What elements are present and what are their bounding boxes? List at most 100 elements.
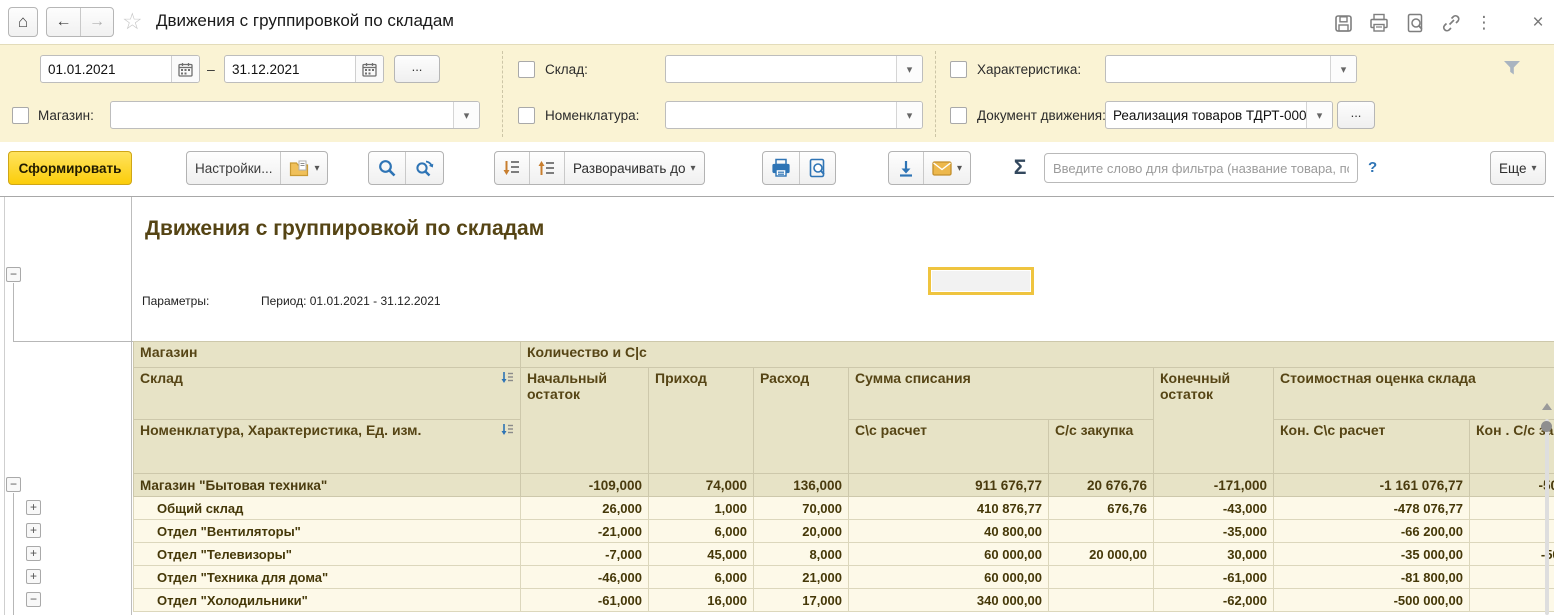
favorite-star-icon[interactable]: ☆ [122, 8, 143, 35]
more-actions-button[interactable]: Еще ▾ [1491, 152, 1545, 184]
save-icon[interactable] [1332, 12, 1354, 34]
date-to-field[interactable]: 31.12.2021 [224, 55, 384, 83]
date-from-field[interactable]: 01.01.2021 [40, 55, 200, 83]
scroll-up-icon[interactable] [1542, 403, 1552, 410]
nomenclature-combobox[interactable]: ▾ [665, 101, 923, 129]
value-cell[interactable]: 676,76 [1049, 497, 1154, 520]
row-expand-marker[interactable]: + [26, 546, 41, 561]
value-cell[interactable]: 1,000 [649, 497, 754, 520]
value-cell[interactable]: 74,000 [649, 474, 754, 497]
header-warehouse[interactable]: Склад [134, 368, 521, 420]
value-cell[interactable]: -61,000 [521, 589, 649, 612]
row-name-cell[interactable]: Отдел "Телевизоры" [134, 543, 521, 566]
row-expand-marker[interactable]: + [26, 523, 41, 538]
row-name-cell[interactable]: Отдел "Вентиляторы" [134, 520, 521, 543]
print-preview-button[interactable] [799, 152, 835, 184]
value-cell[interactable]: -62,000 [1154, 589, 1274, 612]
header-nomenclature[interactable]: Номенклатура, Характеристика, Ед. изм. [134, 420, 521, 474]
link-icon[interactable] [1440, 12, 1462, 34]
collapse-groups-icon[interactable] [529, 152, 564, 184]
shop-checkbox[interactable] [12, 107, 29, 124]
value-cell[interactable] [1470, 520, 1554, 543]
value-cell[interactable]: 60 000,00 [849, 543, 1049, 566]
warehouse-checkbox[interactable] [518, 61, 535, 78]
header-quantity-cost[interactable]: Количество и С|с [521, 342, 1554, 368]
row-name-cell[interactable]: Отдел "Холодильники" [134, 589, 521, 612]
value-cell[interactable]: 40 800,00 [849, 520, 1049, 543]
value-cell[interactable]: -66 200,00 [1274, 520, 1470, 543]
value-cell[interactable] [1049, 566, 1154, 589]
chevron-down-icon[interactable]: ▾ [453, 102, 479, 128]
value-cell[interactable]: 30,000 [1154, 543, 1274, 566]
value-cell[interactable] [1049, 520, 1154, 543]
value-cell[interactable]: -50 000,00 [1470, 543, 1554, 566]
row-collapse-marker[interactable]: − [26, 592, 41, 607]
header-valuation[interactable]: Стоимостная оценка склада [1274, 368, 1554, 420]
value-cell[interactable]: -35,000 [1154, 520, 1274, 543]
header-end-cost-calc[interactable]: Кон. С\с расчет [1274, 420, 1470, 474]
characteristic-checkbox[interactable] [950, 61, 967, 78]
value-cell[interactable]: -500 000,00 [1274, 589, 1470, 612]
filter-funnel-icon[interactable] [1502, 59, 1522, 77]
totals-sigma-button[interactable]: Σ [1002, 151, 1038, 185]
value-cell[interactable]: 16,000 [649, 589, 754, 612]
forward-button[interactable]: → [80, 8, 113, 36]
value-cell[interactable]: 17,000 [754, 589, 849, 612]
header-cost-purchase[interactable]: С/с закупка [1049, 420, 1154, 474]
sort-icon[interactable] [501, 371, 514, 384]
value-cell[interactable]: -50 676,76 [1470, 474, 1554, 497]
search-button[interactable] [369, 152, 405, 184]
expand-groups-icon[interactable] [495, 152, 529, 184]
value-cell[interactable]: 20 676,76 [1049, 474, 1154, 497]
period-more-button[interactable]: ... [394, 55, 440, 83]
chevron-down-icon[interactable]: ▾ [896, 56, 922, 82]
more-menu-icon[interactable]: ⋮ [1473, 12, 1495, 34]
print-icon[interactable] [1368, 12, 1390, 34]
chevron-down-icon[interactable]: ▾ [1306, 102, 1332, 128]
value-cell[interactable]: 8,000 [754, 543, 849, 566]
value-cell[interactable]: 6,000 [649, 520, 754, 543]
value-cell[interactable]: 6,000 [649, 566, 754, 589]
value-cell[interactable] [1049, 589, 1154, 612]
nomenclature-checkbox[interactable] [518, 107, 535, 124]
close-icon[interactable]: × [1527, 12, 1549, 34]
value-cell[interactable]: -676,76 [1470, 497, 1554, 520]
row-expand-marker[interactable]: + [26, 500, 41, 515]
scrollbar-thumb[interactable] [1541, 421, 1552, 432]
print-preview-icon[interactable] [1404, 12, 1426, 34]
value-cell[interactable]: -478 076,77 [1274, 497, 1470, 520]
row-name-cell[interactable]: Отдел "Техника для дома" [134, 566, 521, 589]
warehouse-combobox[interactable]: ▾ [665, 55, 923, 83]
row-collapse-marker[interactable]: − [6, 477, 21, 492]
header-shop[interactable]: Магазин [134, 342, 521, 368]
document-combobox[interactable]: Реализация товаров ТДРТ-0000 ▾ [1105, 101, 1333, 129]
row-expand-marker[interactable]: + [26, 569, 41, 584]
sort-icon[interactable] [501, 423, 514, 436]
back-button[interactable]: ← [47, 8, 80, 36]
value-cell[interactable] [1470, 566, 1554, 589]
value-cell[interactable]: 26,000 [521, 497, 649, 520]
header-expense[interactable]: Расход [754, 368, 849, 474]
header-opening-balance[interactable]: Начальный остаток [521, 368, 649, 474]
vertical-scrollbar[interactable] [1545, 419, 1549, 615]
header-income[interactable]: Приход [649, 368, 754, 474]
value-cell[interactable]: -109,000 [521, 474, 649, 497]
settings-button[interactable]: Настройки... [187, 152, 280, 184]
value-cell[interactable]: 21,000 [754, 566, 849, 589]
value-cell[interactable] [1470, 589, 1554, 612]
home-button[interactable]: ⌂ [8, 7, 38, 37]
value-cell[interactable]: -7,000 [521, 543, 649, 566]
value-cell[interactable]: -81 800,00 [1274, 566, 1470, 589]
characteristic-combobox[interactable]: ▾ [1105, 55, 1357, 83]
value-cell[interactable]: 45,000 [649, 543, 754, 566]
value-cell[interactable]: 410 876,77 [849, 497, 1049, 520]
value-cell[interactable]: -35 000,00 [1274, 543, 1470, 566]
row-name-cell[interactable]: Магазин "Бытовая техника" [134, 474, 521, 497]
value-cell[interactable]: -21,000 [521, 520, 649, 543]
value-cell[interactable]: 340 000,00 [849, 589, 1049, 612]
find-next-button[interactable] [405, 152, 443, 184]
quick-filter-input[interactable] [1044, 153, 1358, 183]
header-writeoff-sum[interactable]: Сумма списания [849, 368, 1154, 420]
value-cell[interactable]: -171,000 [1154, 474, 1274, 497]
value-cell[interactable]: 911 676,77 [849, 474, 1049, 497]
